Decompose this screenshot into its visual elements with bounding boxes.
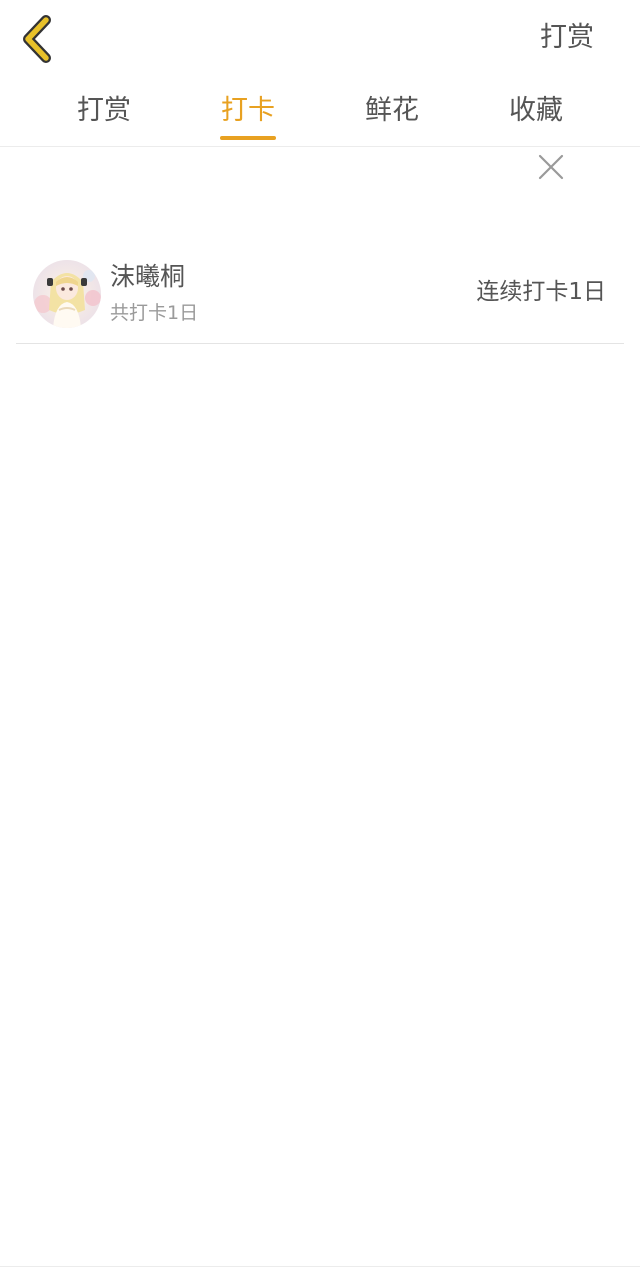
back-button[interactable] <box>18 14 62 66</box>
active-tab-indicator <box>220 136 276 140</box>
checkin-list: 沫曦桐 共打卡1日 连续打卡1日 <box>16 244 624 344</box>
list-item[interactable]: 沫曦桐 共打卡1日 连续打卡1日 <box>16 244 624 344</box>
bottom-divider <box>0 1266 640 1267</box>
tab-flowers[interactable]: 鲜花 <box>332 92 452 130</box>
close-button[interactable] <box>536 152 566 182</box>
avatar[interactable] <box>33 260 101 328</box>
tab-reward[interactable]: 打赏 <box>44 92 164 130</box>
total-checkin-days: 共打卡1日 <box>110 302 199 324</box>
checkin-streak: 连续打卡1日 <box>476 279 606 305</box>
close-icon <box>538 154 564 180</box>
reward-button[interactable]: 打赏 <box>540 18 594 58</box>
top-bar: 打赏 <box>0 0 640 80</box>
tab-checkin[interactable]: 打卡 <box>188 92 308 130</box>
user-avatar-image <box>33 260 101 328</box>
user-name[interactable]: 沫曦桐 <box>110 260 185 294</box>
tab-favorites[interactable]: 收藏 <box>476 92 596 130</box>
tab-bar: 打赏 打卡 鲜花 收藏 <box>0 86 640 147</box>
chevron-left-icon <box>23 15 51 63</box>
